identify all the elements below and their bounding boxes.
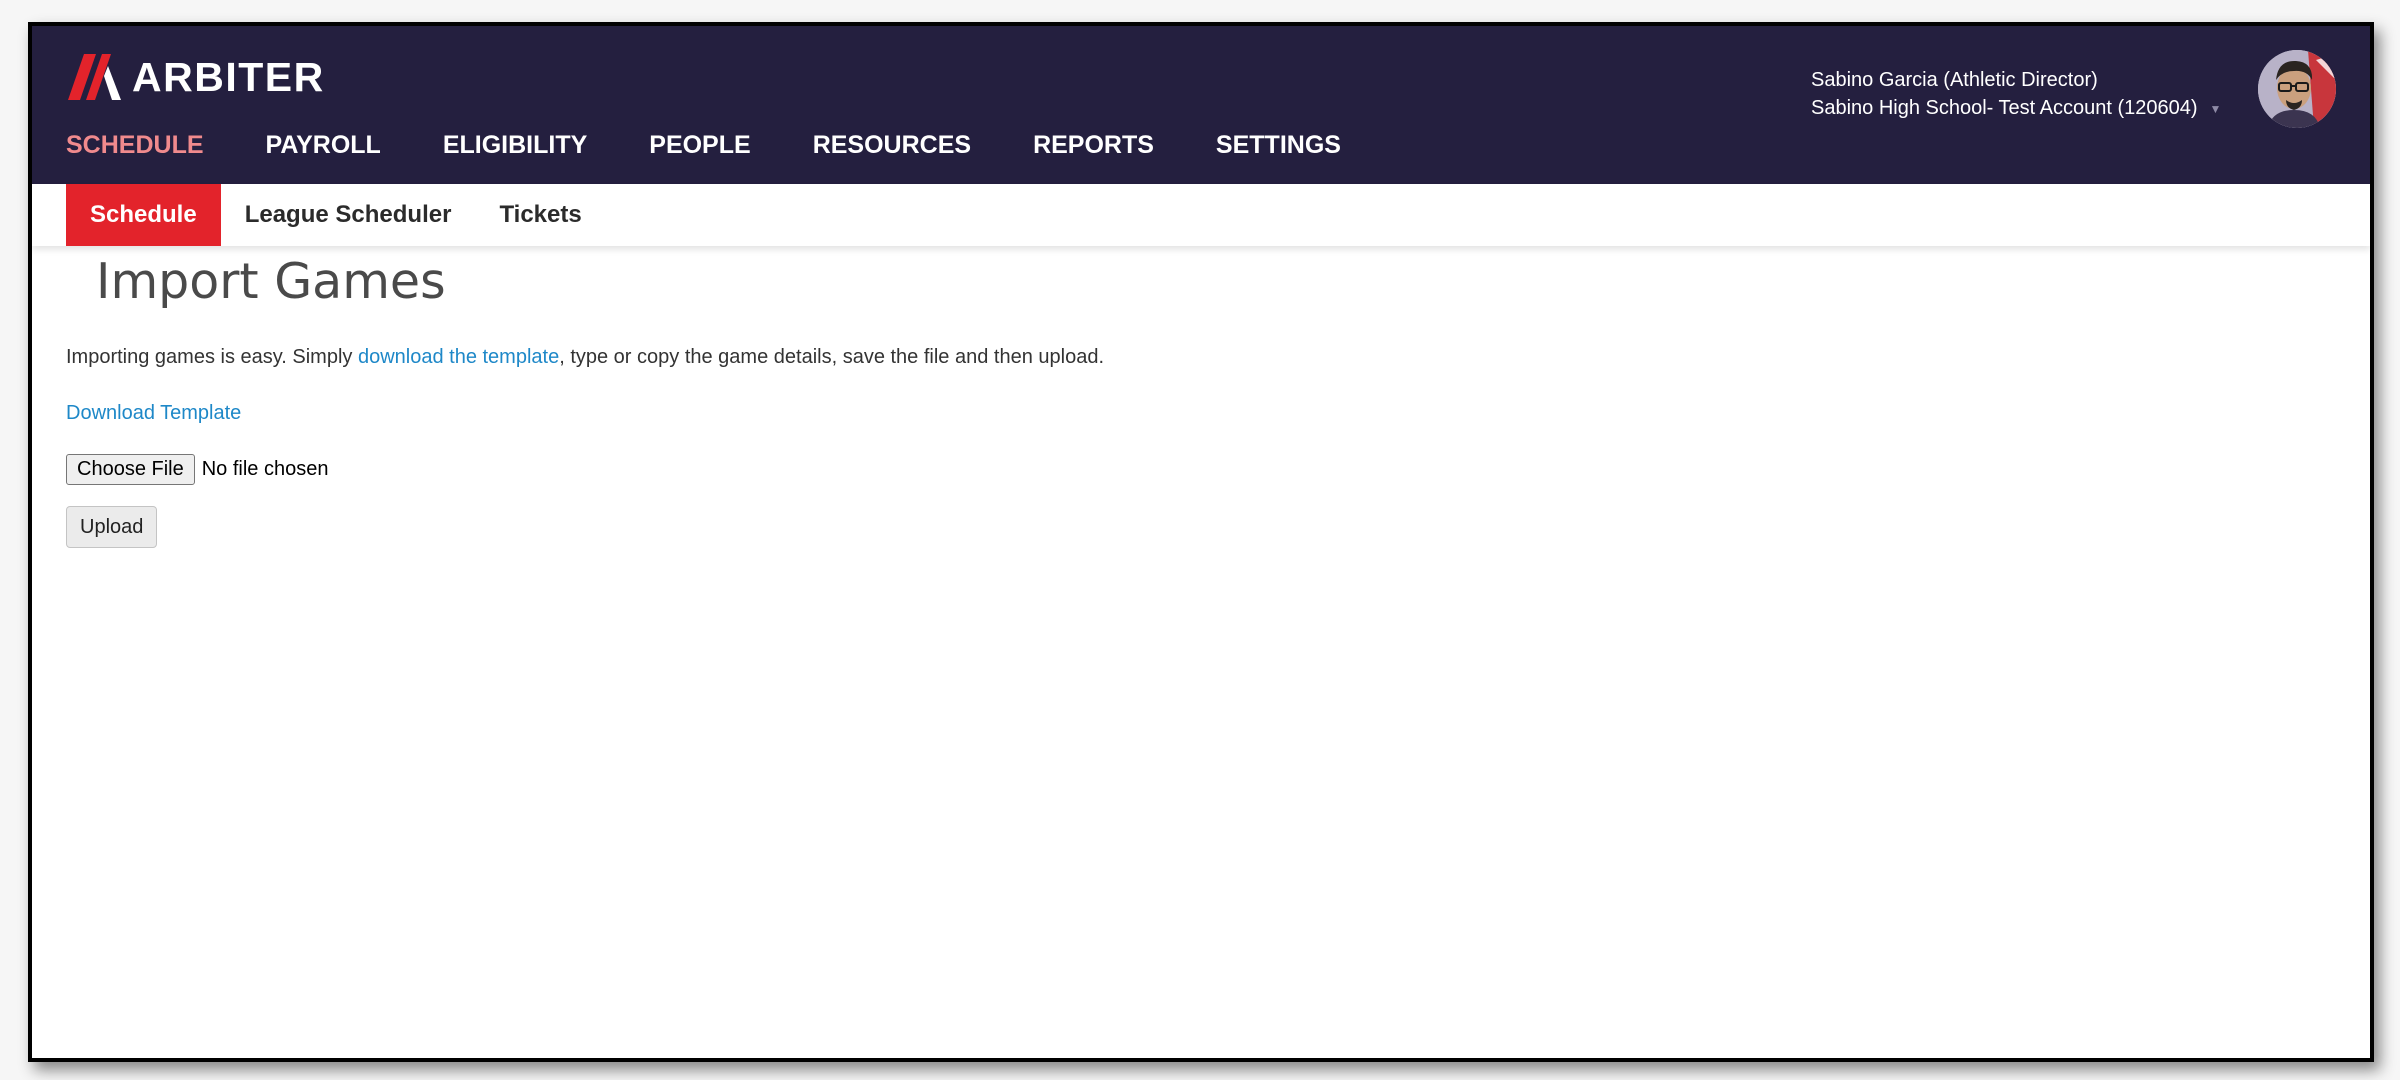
main-nav: SCHEDULE PAYROLL ELIGIBILITY PEOPLE RESO… <box>66 130 1341 160</box>
app-window: ARBITER SCHEDULE PAYROLL ELIGIBILITY PEO… <box>28 22 2374 1062</box>
chevron-down-icon[interactable]: ▼ <box>2210 95 2222 123</box>
file-status: No file chosen <box>201 458 329 480</box>
user-avatar[interactable] <box>2258 50 2336 128</box>
nav-people[interactable]: PEOPLE <box>649 130 750 160</box>
choose-file-button[interactable]: Choose File <box>66 454 195 485</box>
nav-eligibility[interactable]: ELIGIBILITY <box>443 130 587 160</box>
arbiter-logo-icon <box>68 54 121 100</box>
user-name: Sabino Garcia (Athletic Director) <box>1811 69 2098 91</box>
arbiter-logo[interactable]: ARBITER <box>68 54 325 100</box>
tab-schedule[interactable]: Schedule <box>66 184 221 246</box>
tab-league-scheduler[interactable]: League Scheduler <box>221 184 476 246</box>
brand-name: ARBITER <box>132 54 325 100</box>
nav-payroll[interactable]: PAYROLL <box>266 130 381 160</box>
nav-schedule[interactable]: SCHEDULE <box>66 130 204 160</box>
file-input: Choose File No file chosen <box>66 454 328 485</box>
user-account-line: Sabino High School- Test Account (120604… <box>1811 94 2221 123</box>
user-menu[interactable]: Sabino Garcia (Athletic Director) Sabino… <box>1811 66 2221 123</box>
download-template-link[interactable]: Download Template <box>66 400 241 426</box>
user-avatar-image <box>2258 50 2336 128</box>
nav-resources[interactable]: RESOURCES <box>813 130 971 160</box>
intro-text-start: Importing games is easy. Simply <box>66 346 358 368</box>
sub-nav-tabs: Schedule League Scheduler Tickets <box>66 184 606 246</box>
top-header: ARBITER SCHEDULE PAYROLL ELIGIBILITY PEO… <box>32 26 2370 184</box>
tab-tickets[interactable]: Tickets <box>475 184 605 246</box>
nav-reports[interactable]: REPORTS <box>1033 130 1154 160</box>
page-title: Import Games <box>96 253 446 310</box>
intro-text-end: , type or copy the game details, save th… <box>559 346 1104 368</box>
download-template-inline-link[interactable]: download the template <box>358 346 559 368</box>
upload-button[interactable]: Upload <box>66 506 158 548</box>
nav-settings[interactable]: SETTINGS <box>1216 130 1341 160</box>
user-account: Sabino High School- Test Account (120604… <box>1811 97 2198 119</box>
intro-text: Importing games is easy. Simply download… <box>66 344 1104 370</box>
sub-nav: Schedule League Scheduler Tickets <box>32 184 2370 246</box>
